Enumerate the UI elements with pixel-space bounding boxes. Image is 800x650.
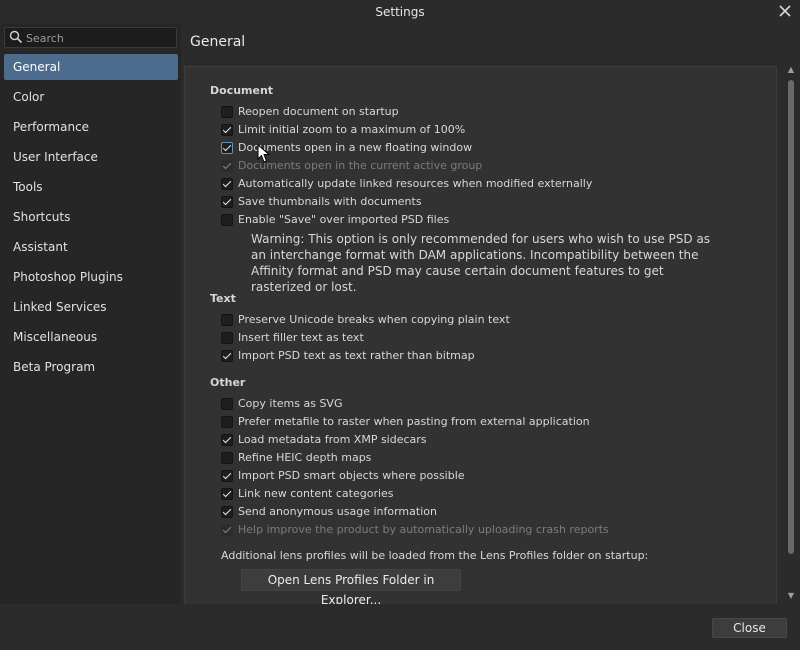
close-button[interactable]: Close (712, 618, 787, 638)
page-title: General (190, 34, 246, 50)
sidebar: Search General Color Performance User In… (0, 24, 181, 604)
checkbox[interactable] (221, 416, 233, 428)
sidebar-item-photoshop-plugins[interactable]: Photoshop Plugins (4, 264, 178, 290)
checkbox (221, 524, 233, 536)
open-lens-profiles-button[interactable]: Open Lens Profiles Folder in Explorer... (241, 569, 461, 605)
search-icon (9, 30, 23, 44)
option-label: Insert filler text as text (238, 331, 364, 344)
option-label: Refine HEIC depth maps (238, 451, 372, 464)
mouse-cursor-icon (257, 144, 271, 163)
sidebar-item-miscellaneous[interactable]: Miscellaneous (4, 324, 178, 350)
sidebar-item-general[interactable]: General (4, 54, 178, 80)
scroll-up-icon[interactable]: ▲ (787, 66, 795, 74)
sidebar-item-user-interface[interactable]: User Interface (4, 144, 178, 170)
option-label: Prefer metafile to raster when pasting f… (238, 415, 590, 428)
option-label: Load metadata from XMP sidecars (238, 433, 427, 446)
close-icon (779, 5, 791, 17)
sidebar-nav: General Color Performance User Interface… (4, 54, 178, 384)
lens-profiles-note: Additional lens profiles will be loaded … (221, 549, 649, 562)
sidebar-item-linked-services[interactable]: Linked Services (4, 294, 178, 320)
section-heading-document: Document (210, 84, 274, 97)
checkbox[interactable] (221, 350, 233, 362)
checkbox[interactable] (221, 398, 233, 410)
vertical-scrollbar[interactable]: ▲ ▼ (786, 64, 796, 604)
option-label: Import PSD smart objects where possible (238, 469, 465, 482)
title-bar: Settings (0, 0, 800, 24)
window-title: Settings (375, 5, 425, 19)
checkbox[interactable] (221, 470, 233, 482)
option-label: Send anonymous usage information (238, 505, 437, 518)
sidebar-item-tools[interactable]: Tools (4, 174, 178, 200)
option-label: Reopen document on startup (238, 105, 399, 118)
option-label: Automatically update linked resources wh… (238, 177, 593, 190)
checkbox[interactable] (221, 332, 233, 344)
option-label: Copy items as SVG (238, 397, 343, 410)
sidebar-item-assistant[interactable]: Assistant (4, 234, 178, 260)
search-input[interactable]: Search (4, 27, 177, 48)
checkbox[interactable] (221, 434, 233, 446)
sidebar-item-performance[interactable]: Performance (4, 114, 178, 140)
psd-warning-text: Warning: This option is only recommended… (251, 232, 711, 294)
option-label: Save thumbnails with documents (238, 195, 422, 208)
option-label: Documents open in a new floating window (238, 141, 473, 154)
scroll-thumb[interactable] (788, 80, 794, 554)
checkbox[interactable] (221, 196, 233, 208)
option-label: Import PSD text as text rather than bitm… (238, 349, 475, 362)
checkbox[interactable] (221, 488, 233, 500)
checkbox[interactable] (221, 106, 233, 118)
checkbox[interactable] (221, 452, 233, 464)
sidebar-item-color[interactable]: Color (4, 84, 178, 110)
scroll-down-icon[interactable]: ▼ (787, 592, 795, 600)
checkbox[interactable] (221, 124, 233, 136)
option-label: Help improve the product by automaticall… (238, 523, 609, 536)
checkbox[interactable] (221, 314, 233, 326)
window-close-button[interactable] (776, 2, 794, 20)
sidebar-item-shortcuts[interactable]: Shortcuts (4, 204, 178, 230)
checkbox[interactable] (221, 506, 233, 518)
option-label: Documents open in the current active gro… (238, 159, 483, 172)
option-label: Link new content categories (238, 487, 394, 500)
section-heading-other: Other (210, 376, 246, 389)
option-label: Enable "Save" over imported PSD files (238, 213, 450, 226)
settings-panel: Document Reopen document on startup Limi… (184, 66, 777, 606)
option-label: Preserve Unicode breaks when copying pla… (238, 313, 510, 326)
checkbox (221, 160, 233, 172)
search-placeholder: Search (26, 32, 64, 45)
sidebar-item-beta-program[interactable]: Beta Program (4, 354, 178, 380)
section-heading-text: Text (210, 292, 236, 305)
checkbox[interactable] (221, 142, 233, 154)
dialog-footer (0, 604, 800, 650)
checkbox[interactable] (221, 214, 233, 226)
checkbox[interactable] (221, 178, 233, 190)
option-label: Limit initial zoom to a maximum of 100% (238, 123, 466, 136)
